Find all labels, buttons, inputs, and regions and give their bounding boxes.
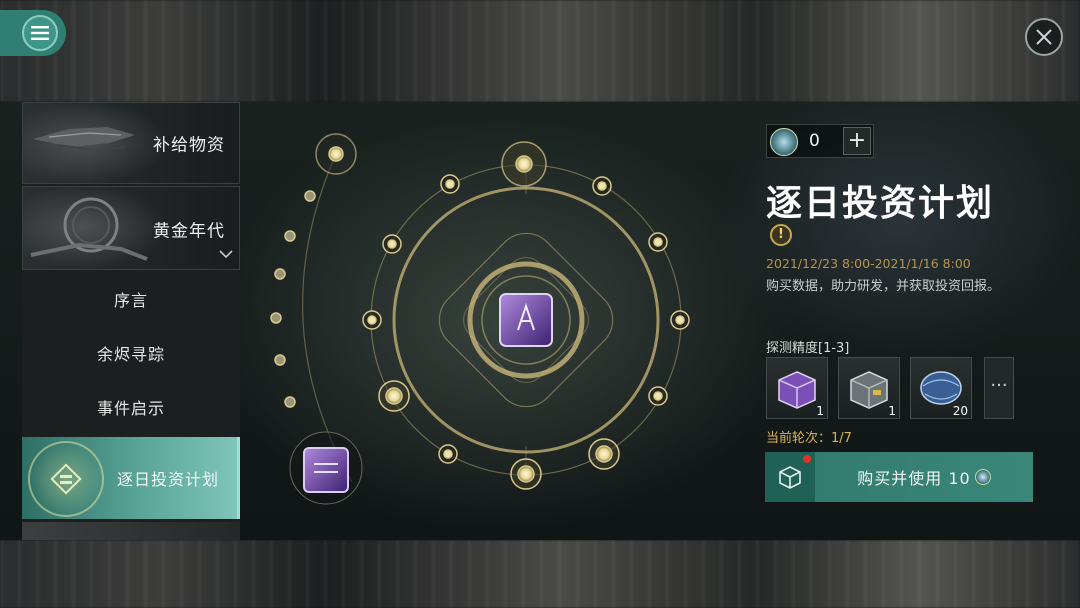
sidebar-card-supplies[interactable]: 补给物资	[22, 102, 240, 184]
more-rewards-button[interactable]: ···	[984, 357, 1014, 419]
map-node[interactable]	[328, 146, 344, 162]
data-coin-icon	[974, 469, 991, 485]
reward-count: 20	[952, 404, 968, 418]
map-node[interactable]	[675, 315, 685, 325]
reward-slot[interactable]: 1	[766, 357, 828, 419]
event-panel: 补给物资 黄金年代 序言 余烬寻踪 事件启示 逐日投资计划 0 + 逐日投资计划…	[0, 102, 1080, 540]
event-detail: 0 + 逐日投资计划 ! 2021/12/23 8:00-2021/1/16 8…	[762, 102, 1080, 540]
buy-label-area: 购买并使用 10	[815, 452, 1033, 502]
info-alert-icon[interactable]: !	[770, 224, 792, 246]
sidebar-next-card	[22, 522, 240, 540]
sidebar-item-sun-chasing-plan[interactable]: 逐日投资计划	[22, 437, 240, 519]
buy-label: 购买并使用 10	[857, 469, 971, 488]
steel-crate-icon	[850, 371, 888, 409]
map-node[interactable]	[270, 312, 282, 324]
gate-art-icon	[30, 197, 148, 261]
sidebar-item-label: 余烬寻踪	[96, 345, 165, 364]
map-node[interactable]	[367, 315, 377, 325]
hamburger-icon	[22, 15, 58, 51]
buy-and-use-button[interactable]: 购买并使用 10	[765, 452, 1033, 502]
map-node[interactable]	[653, 237, 663, 247]
sidebar-item-label: 事件启示	[96, 399, 165, 418]
map-node[interactable]	[653, 391, 663, 401]
side-crate-icon[interactable]	[289, 431, 363, 505]
sidebar-card-label: 补给物资	[153, 135, 225, 156]
sidebar-item-prologue[interactable]: 序言	[22, 272, 240, 326]
map-node[interactable]	[595, 445, 613, 463]
event-description: 购买数据，助力研发，并获取投资回报。	[766, 279, 1001, 294]
map-node[interactable]	[274, 354, 286, 366]
precision-label: 探测精度[1-3]	[766, 341, 850, 356]
event-sidebar: 补给物资 黄金年代 序言 余烬寻踪 事件启示 逐日投资计划	[22, 102, 240, 540]
ship-art-icon	[33, 127, 135, 153]
close-icon	[1036, 29, 1052, 45]
reward-slot[interactable]: 20	[910, 357, 972, 419]
reward-slot[interactable]: 1	[838, 357, 900, 419]
map-node[interactable]	[517, 465, 535, 483]
map-node[interactable]	[274, 268, 286, 280]
event-emblem-icon	[28, 441, 104, 517]
map-node[interactable]	[387, 239, 397, 249]
map-node[interactable]	[284, 230, 296, 242]
map-node[interactable]	[597, 181, 607, 191]
currency-counter: 0 +	[766, 124, 874, 158]
current-round: 当前轮次：1/7	[766, 431, 852, 446]
reward-count: 1	[816, 404, 824, 418]
orbit-map	[270, 133, 690, 505]
center-crate-icon[interactable]	[499, 293, 553, 347]
notification-dot	[803, 455, 811, 463]
add-currency-button[interactable]: +	[843, 127, 871, 155]
close-button[interactable]	[1025, 18, 1063, 56]
reward-count: 1	[888, 404, 896, 418]
sidebar-item-event-revelation[interactable]: 事件启示	[22, 380, 240, 434]
menu-button[interactable]	[0, 10, 66, 56]
event-title: 逐日投资计划	[766, 183, 995, 224]
sidebar-item-label: 逐日投资计划	[116, 470, 219, 489]
map-node[interactable]	[515, 155, 533, 173]
sidebar-item-label: 序言	[113, 291, 148, 310]
map-node[interactable]	[385, 387, 403, 405]
background-bottom	[0, 540, 1080, 608]
event-date-range: 2021/12/23 8:00-2021/1/16 8:00	[766, 256, 971, 271]
map-node[interactable]	[304, 190, 316, 202]
supply-box-icon	[765, 452, 815, 502]
map-node[interactable]	[445, 179, 455, 189]
map-node[interactable]	[443, 449, 453, 459]
map-node[interactable]	[284, 396, 296, 408]
sidebar-card-label: 黄金年代	[153, 221, 225, 242]
background-top	[0, 0, 1080, 102]
currency-amount: 0	[809, 131, 820, 151]
sidebar-card-golden-age[interactable]: 黄金年代	[22, 186, 240, 270]
sidebar-item-ember-trace[interactable]: 余烬寻踪	[22, 326, 240, 380]
chevron-down-icon	[219, 247, 233, 261]
data-coin-icon	[770, 128, 798, 156]
purple-crate-icon	[778, 371, 816, 409]
